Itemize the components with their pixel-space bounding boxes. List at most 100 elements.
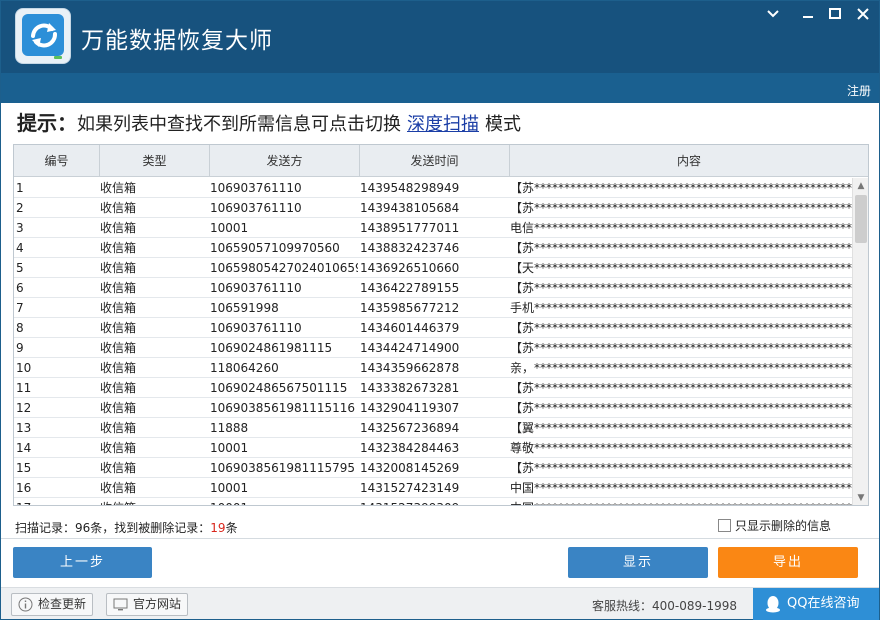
table-row[interactable]: 13 收信箱 11888 1432567236894 【翼***************…	[14, 418, 852, 438]
table-row[interactable]: 11 收信箱 106902486567501115 1433382673281 【苏**…	[14, 378, 852, 398]
show-deleted-only[interactable]: 只显示删除的信息	[718, 517, 831, 534]
table-row[interactable]: 2 收信箱 106903761110 1439438105684 【苏*********…	[14, 198, 852, 218]
cell-type: 收信箱	[100, 321, 137, 335]
cell-content: 【苏**************************************…	[510, 321, 852, 335]
cell-content: 【苏**************************************…	[510, 181, 852, 195]
cell-id: 2	[16, 201, 24, 215]
export-button[interactable]: 导出	[718, 547, 858, 578]
table-row[interactable]: 7 收信箱 106591998 1435985677212 手机************…	[14, 298, 852, 318]
cell-sender: 118064260	[210, 361, 279, 375]
cell-content: 【天**************************************…	[510, 261, 852, 275]
cell-sender: 10001	[210, 221, 249, 235]
cell-content: 亲，**************************************…	[510, 361, 852, 375]
cell-content: 【苏**************************************…	[510, 241, 852, 255]
cell-content: 【苏**************************************…	[510, 341, 852, 355]
info-icon	[18, 597, 33, 612]
table-row[interactable]: 17收信箱100011431527399309中国***************…	[14, 498, 852, 505]
official-website-button[interactable]: 官方网站	[106, 593, 189, 616]
maximize-button[interactable]	[826, 5, 844, 23]
scroll-up-icon[interactable]: ▲	[853, 178, 868, 194]
scan-status-suffix: 条	[225, 521, 238, 535]
cell-sender: 10001	[210, 481, 249, 495]
cell-content: 尊敬**************************************…	[510, 441, 852, 455]
cell-type: 收信箱	[100, 461, 137, 475]
table-row[interactable]: 12 收信箱 1069038561981115116 1432904119307 【苏*…	[14, 398, 852, 418]
column-header-time[interactable]: 发送时间	[360, 145, 510, 177]
register-link[interactable]: 注册	[847, 82, 871, 99]
scroll-down-icon[interactable]: ▼	[853, 490, 868, 505]
table-row[interactable]: 9 收信箱 1069024861981115 1434424714900 【苏*****…	[14, 338, 852, 358]
cell-time: 1434424714900	[360, 341, 460, 355]
cell-type: 收信箱	[100, 361, 137, 375]
cell-id: 11	[16, 381, 32, 395]
column-header-content[interactable]: 内容	[510, 145, 868, 177]
vertical-scrollbar[interactable]: ▲ ▼	[852, 178, 868, 505]
app-window: 万能数据恢复大师 注册 提示：如果列表中查找不到所需信息可点击切换 深度扫描 模式 …	[0, 0, 880, 620]
cell-type: 收信箱	[100, 441, 137, 455]
cell-id: 5	[16, 261, 24, 275]
cell-sender: 11888	[210, 421, 249, 435]
table-row[interactable]: 14 收信箱 10001 1432384284463 尊敬***************…	[14, 438, 852, 458]
table-row[interactable]: 5 收信箱 10659805427024010659 1436926510660 【天*…	[14, 258, 852, 278]
scroll-thumb[interactable]	[855, 195, 867, 243]
official-website-label: 官方网站	[133, 597, 182, 611]
table-row[interactable]: 1 收信箱 106903761110 1439548298949 【苏*********…	[14, 178, 852, 198]
table-row[interactable]: 16 收信箱 10001 1431527423149 中国***************…	[14, 478, 852, 498]
hint-lead: 提示：	[17, 111, 77, 135]
column-header-type[interactable]: 类型	[100, 145, 210, 177]
cell-sender: 106903761110	[210, 181, 302, 195]
qq-consult-button[interactable]: QQ在线咨询	[753, 588, 879, 620]
cell-type: 收信箱	[100, 261, 137, 275]
title-bar[interactable]: 万能数据恢复大师	[1, 1, 879, 73]
cell-time: 1431527399309	[360, 498, 508, 505]
cell-id: 14	[16, 441, 32, 455]
minimize-button[interactable]	[764, 5, 782, 23]
cell-type: 收信箱	[100, 341, 137, 355]
cell-sender: 106903761110	[210, 281, 302, 295]
column-header-sender[interactable]: 发送方	[210, 145, 360, 177]
cell-time: 1433382673281	[360, 381, 460, 395]
cell-content: 【苏**************************************…	[510, 381, 852, 395]
table-row[interactable]: 3 收信箱 10001 1438951777011 电信****************…	[14, 218, 852, 238]
table-row[interactable]: 6 收信箱 106903761110 1436422789155 【苏*********…	[14, 278, 852, 298]
cell-type: 收信箱	[100, 498, 208, 505]
cell-sender: 10659805427024010659	[210, 261, 358, 275]
cell-time: 1432567236894	[360, 421, 460, 435]
close-icon	[857, 8, 869, 20]
cell-time: 1436422789155	[360, 281, 460, 295]
cell-sender: 1069024861981115	[210, 341, 333, 355]
table-row[interactable]: 4 收信箱 10659057109970560 1438832423746 【苏****…	[14, 238, 852, 258]
cell-sender: 106903761110	[210, 201, 302, 215]
cell-content: 【苏**************************************…	[510, 461, 852, 475]
close-button[interactable]	[854, 5, 872, 23]
show-button[interactable]: 显示	[568, 547, 708, 578]
column-header-id[interactable]: 编号	[14, 145, 100, 177]
prev-step-button[interactable]: 上一步	[13, 547, 152, 578]
table-row[interactable]: 15 收信箱 1069038561981115795 1432008145269 【苏*…	[14, 458, 852, 478]
show-deleted-checkbox[interactable]	[718, 519, 731, 532]
chevron-down-icon	[767, 10, 779, 18]
cell-time: 1435985677212	[360, 301, 460, 315]
cell-sender: 106903761110	[210, 321, 302, 335]
qq-consult-label: QQ在线咨询	[787, 596, 860, 611]
cell-type: 收信箱	[100, 381, 137, 395]
hint-tail: 模式	[485, 114, 521, 135]
cell-time: 1434359662878	[360, 361, 460, 375]
table-row[interactable]: 8 收信箱 106903761110 1434601446379 【苏*********…	[14, 318, 852, 338]
minimize-bar-button[interactable]	[799, 5, 817, 23]
cell-content: 中国**************************************…	[510, 498, 852, 505]
table-row[interactable]: 10 收信箱 118064260 1434359662878 亲，***********…	[14, 358, 852, 378]
cell-id: 12	[16, 401, 32, 415]
cell-time: 1432008145269	[360, 461, 460, 475]
cell-time: 1438951777011	[360, 221, 460, 235]
cell-time: 1432384284463	[360, 441, 460, 455]
message-table: 编号 类型 发送方 发送时间 内容 1 收信箱 106903761110 143954…	[13, 144, 869, 506]
cell-time: 1432904119307	[360, 401, 460, 415]
cell-type: 收信箱	[100, 481, 137, 495]
deep-scan-link[interactable]: 深度扫描	[407, 114, 479, 135]
cell-time: 1439438105684	[360, 201, 460, 215]
check-update-button[interactable]: 检查更新	[11, 593, 94, 616]
cell-sender: 10001	[210, 441, 249, 455]
cell-type: 收信箱	[100, 301, 137, 315]
qq-penguin-icon	[766, 596, 780, 613]
